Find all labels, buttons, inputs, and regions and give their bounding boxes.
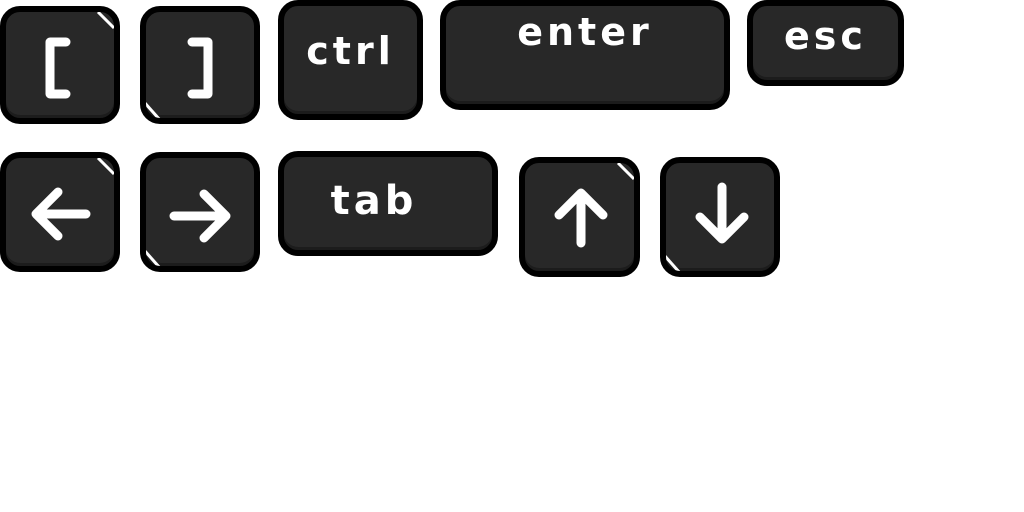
arrow-left-icon [31,187,91,241]
bracket-left-icon [45,37,71,99]
enter-label: enter [517,10,653,54]
enter-key[interactable]: enter [440,0,730,110]
ctrl-label: ctrl [306,29,395,73]
arrow-right-icon [169,189,231,243]
arrow-left-key[interactable] [0,152,120,272]
arrow-up-key[interactable] [519,157,640,277]
ctrl-key[interactable]: ctrl [278,0,423,120]
tab-key[interactable]: tab [278,151,498,256]
esc-key[interactable]: esc [747,0,904,86]
arrow-right-key[interactable] [140,152,260,272]
esc-label: esc [784,14,867,58]
arrow-down-key[interactable] [660,157,780,277]
tab-label: tab [330,177,418,224]
arrow-up-icon [554,188,608,248]
arrow-down-icon [695,182,749,244]
bracket-right-key[interactable]: ] [140,6,260,124]
bracket-right-icon [187,37,213,99]
bracket-left-key[interactable]: [ [0,6,120,124]
